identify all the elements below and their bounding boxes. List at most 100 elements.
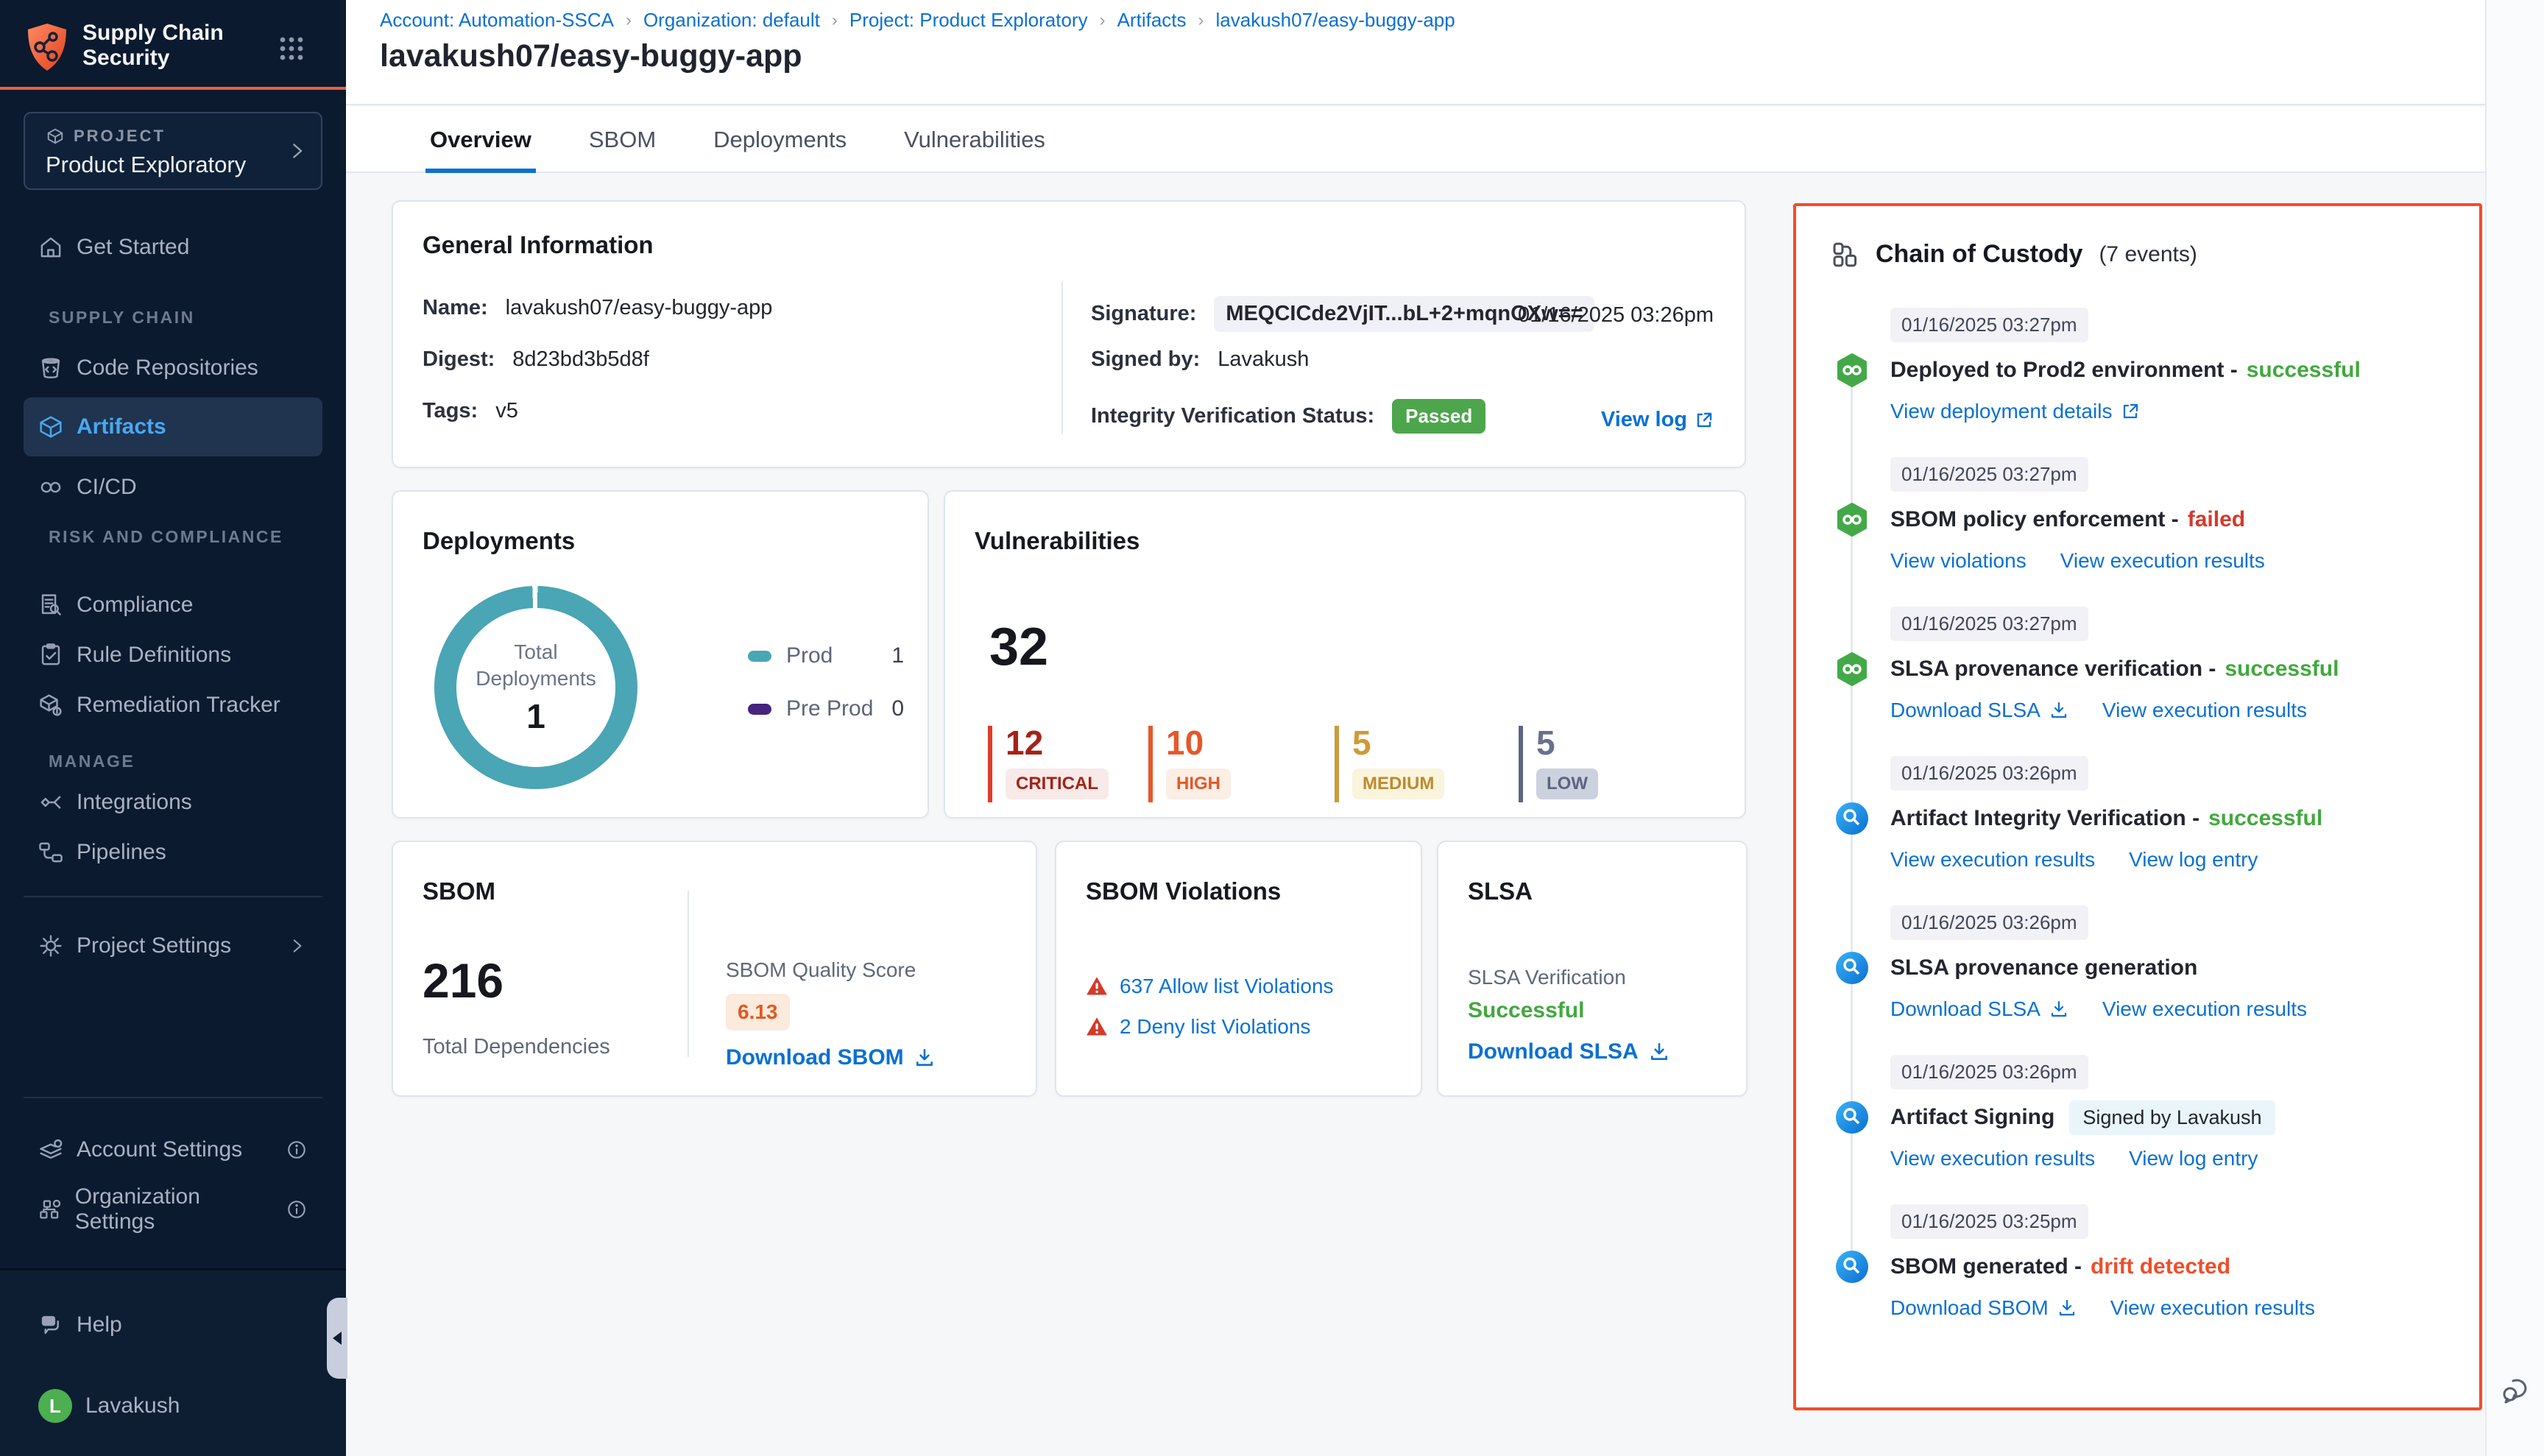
warning-triangle-icon bbox=[1086, 1016, 1108, 1038]
sidebar-item-get-started[interactable]: Get Started bbox=[24, 218, 322, 277]
sidebar-item-remediation-tracker[interactable]: Remediation Tracker bbox=[24, 676, 322, 735]
legend-item-prod: Prod 1 bbox=[748, 643, 904, 668]
right-rail bbox=[2485, 0, 2544, 1456]
view-execution-results-link[interactable]: View execution results bbox=[2102, 997, 2307, 1021]
download-sbom-link[interactable]: Download SBOM bbox=[726, 1045, 935, 1070]
breadcrumb-project[interactable]: Project: Product Exploratory bbox=[849, 9, 1088, 32]
legend-label: Prod bbox=[786, 643, 833, 668]
card-title: SLSA bbox=[1468, 877, 1533, 905]
info-icon[interactable] bbox=[286, 1198, 308, 1220]
external-link-icon bbox=[2121, 402, 2140, 421]
severity-low: 5 LOW bbox=[1519, 726, 1695, 802]
info-icon[interactable] bbox=[286, 1139, 308, 1161]
view-log-link[interactable]: View log bbox=[1601, 408, 1714, 432]
card-title: General Information bbox=[423, 231, 654, 259]
sidebar-item-label: CI/CD bbox=[77, 475, 137, 500]
breadcrumb-organization[interactable]: Organization: default bbox=[643, 9, 820, 32]
tab-vulnerabilities[interactable]: Vulnerabilities bbox=[900, 107, 1050, 173]
view-deployment-details-link[interactable]: View deployment details bbox=[1890, 400, 2140, 423]
view-log-entry-link[interactable]: View log entry bbox=[2129, 848, 2258, 872]
sidebar-item-label: Integrations bbox=[77, 790, 192, 815]
link-label: Download SLSA bbox=[1890, 997, 2041, 1021]
sidebar-collapse-handle[interactable] bbox=[327, 1298, 347, 1379]
custody-event-artifact-signing: 01/16/2025 03:26pm Artifact Signing Sign… bbox=[1834, 1055, 2457, 1170]
legend-swatch-prod bbox=[748, 651, 771, 662]
view-execution-results-link[interactable]: View execution results bbox=[2060, 549, 2265, 573]
view-execution-results-link[interactable]: View execution results bbox=[1890, 1147, 2095, 1170]
sbom-card: SBOM 216 Total Dependencies SBOM Quality… bbox=[392, 841, 1037, 1097]
download-slsa-link[interactable]: Download SLSA bbox=[1890, 699, 2068, 722]
project-cube-icon bbox=[46, 127, 65, 146]
view-execution-results-link[interactable]: View execution results bbox=[2110, 1296, 2315, 1320]
sidebar-item-help[interactable]: ? Help bbox=[24, 1296, 322, 1354]
signature-label: Signature: bbox=[1091, 302, 1196, 326]
external-link-icon bbox=[1695, 411, 1714, 430]
sidebar-section-risk: RISK AND COMPLIANCE bbox=[49, 527, 283, 547]
breadcrumb-account[interactable]: Account: Automation-SSCA bbox=[380, 9, 614, 32]
severity-badge: HIGH bbox=[1166, 768, 1231, 799]
sidebar-item-cicd[interactable]: CI/CD bbox=[24, 458, 322, 517]
integrity-status-label: Integrity Verification Status: bbox=[1091, 404, 1374, 428]
event-timestamp: 01/16/2025 03:26pm bbox=[1890, 905, 2088, 940]
severity-count: 5 bbox=[1536, 726, 1695, 760]
link-label: View execution results bbox=[2060, 549, 2265, 573]
view-execution-results-link[interactable]: View execution results bbox=[1890, 848, 2095, 872]
event-status: successful bbox=[2247, 358, 2361, 383]
sidebar-item-project-settings[interactable]: Project Settings bbox=[24, 916, 322, 975]
warning-triangle-icon bbox=[1086, 975, 1108, 997]
view-execution-results-link[interactable]: View execution results bbox=[2102, 699, 2307, 722]
event-status: successful bbox=[2208, 806, 2322, 831]
severity-badge: MEDIUM bbox=[1352, 768, 1444, 799]
slsa-verification-label: SLSA Verification bbox=[1468, 966, 1626, 989]
download-icon bbox=[2049, 701, 2068, 720]
download-slsa-link[interactable]: Download SLSA bbox=[1468, 1039, 1670, 1064]
scan-circle-icon bbox=[1834, 801, 1870, 836]
sidebar-item-label: Help bbox=[77, 1312, 122, 1337]
event-title: SBOM generated - bbox=[1890, 1254, 2082, 1279]
download-icon bbox=[2057, 1298, 2077, 1318]
compliance-doc-icon bbox=[38, 593, 63, 618]
card-title: SBOM Violations bbox=[1086, 877, 1281, 905]
breadcrumb-current[interactable]: lavakush07/easy-buggy-app bbox=[1216, 9, 1455, 32]
download-icon bbox=[2049, 1000, 2068, 1019]
sidebar-item-artifacts[interactable]: Artifacts bbox=[24, 397, 322, 456]
view-violations-link[interactable]: View violations bbox=[1890, 549, 2027, 573]
download-slsa-link[interactable]: Download SLSA bbox=[1890, 997, 2068, 1021]
sidebar-item-code-repositories[interactable]: Code Repositories bbox=[24, 339, 322, 397]
project-selector[interactable]: PROJECT Product Exploratory bbox=[24, 112, 322, 190]
legend-value: 1 bbox=[891, 643, 904, 668]
custody-timeline: 01/16/2025 03:27pm Deployed to Prod2 env… bbox=[1834, 308, 2457, 1354]
allow-list-violations-link[interactable]: 637 Allow list Violations bbox=[1120, 975, 1334, 998]
sidebar-section-manage: MANAGE bbox=[49, 752, 135, 771]
custody-event-sbom-generated: 01/16/2025 03:25pm SBOM generated - drif… bbox=[1834, 1204, 2457, 1320]
custody-event-slsa-generation: 01/16/2025 03:26pm SLSA provenance gener… bbox=[1834, 905, 2457, 1021]
breadcrumb-separator: › bbox=[1198, 10, 1204, 31]
sidebar-item-organization-settings[interactable]: Organization Settings bbox=[24, 1180, 322, 1239]
user-menu[interactable]: L Lavakush bbox=[24, 1377, 322, 1435]
view-log-label: View log bbox=[1601, 408, 1687, 432]
sidebar-item-account-settings[interactable]: Account Settings bbox=[24, 1120, 322, 1179]
project-name: Product Exploratory bbox=[46, 152, 246, 178]
sbom-violations-card: SBOM Violations 637 Allow list Violation… bbox=[1055, 841, 1422, 1097]
sidebar-item-label: Account Settings bbox=[77, 1137, 242, 1162]
severity-critical: 12 CRITICAL bbox=[988, 726, 1148, 802]
avatar: L bbox=[38, 1389, 72, 1423]
view-log-entry-link[interactable]: View log entry bbox=[2129, 1147, 2258, 1170]
legend-value: 0 bbox=[891, 696, 904, 721]
breadcrumb-artifacts[interactable]: Artifacts bbox=[1117, 9, 1187, 32]
svg-text:?: ? bbox=[46, 1318, 52, 1326]
donut-center-value: 1 bbox=[526, 696, 545, 736]
gear-icon bbox=[38, 933, 63, 958]
chat-bubbles-icon[interactable] bbox=[2500, 1374, 2534, 1407]
tab-deployments[interactable]: Deployments bbox=[709, 107, 851, 173]
breadcrumb-separator: › bbox=[1100, 10, 1106, 31]
tab-overview[interactable]: Overview bbox=[425, 107, 536, 173]
sidebar-item-pipelines[interactable]: Pipelines bbox=[24, 823, 322, 882]
tab-sbom[interactable]: SBOM bbox=[584, 107, 660, 173]
sidebar-item-label: Organization Settings bbox=[75, 1184, 272, 1234]
download-sbom-link[interactable]: Download SBOM bbox=[1890, 1296, 2077, 1320]
link-label: View deployment details bbox=[1890, 400, 2112, 423]
deny-list-violations-link[interactable]: 2 Deny list Violations bbox=[1120, 1015, 1310, 1039]
module-grid-icon[interactable] bbox=[278, 35, 305, 62]
scan-circle-icon bbox=[1834, 1249, 1870, 1284]
